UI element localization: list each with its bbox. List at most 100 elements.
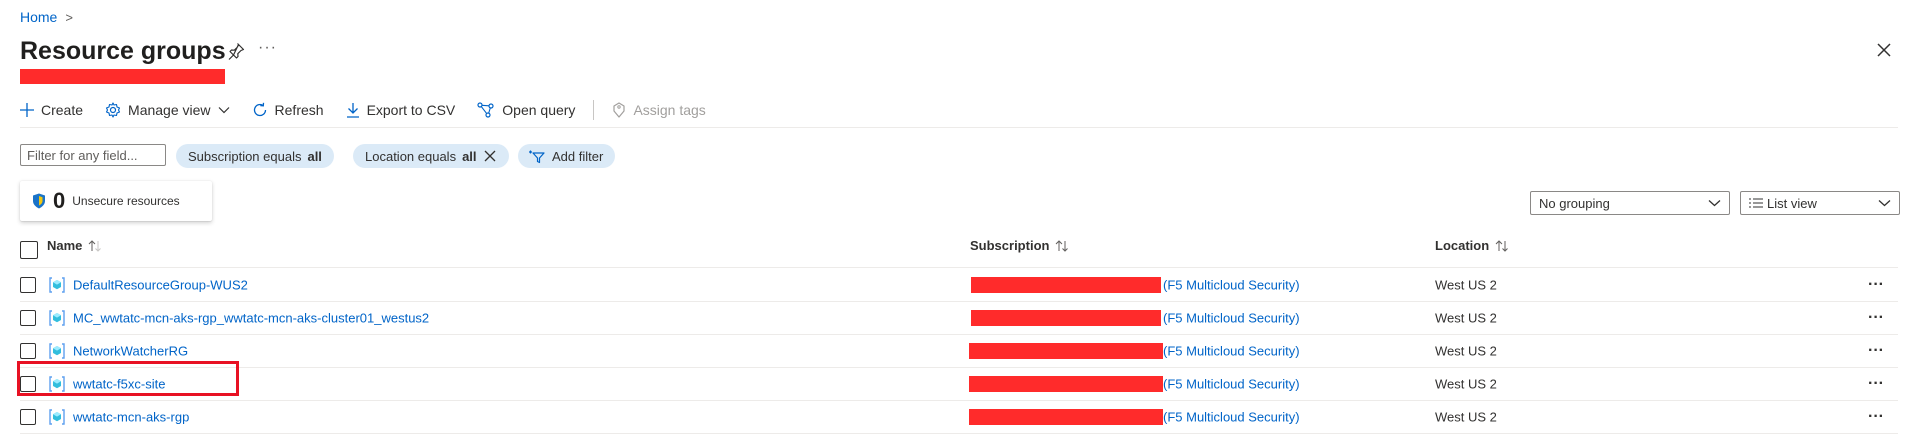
add-filter-button[interactable]: Add filter [518,144,616,168]
create-label: Create [41,102,84,118]
subscription-filter-pill[interactable]: Subscription equals all [176,144,334,168]
resource-group-link[interactable]: NetworkWatcherRG [73,344,188,359]
row-checkbox[interactable] [20,343,36,359]
location-filter-label: Location equals [365,148,457,164]
toolbar-divider [593,100,595,120]
column-location-label: Location [1435,238,1490,253]
redacted-subscription-id [969,343,1163,359]
manage-view-label: Manage view [128,102,211,118]
resource-group-link[interactable]: wwtatc-mcn-aks-rgp [73,410,189,425]
table-row[interactable]: MC_wwtatc-mcn-aks-rgp_wwtatc-mcn-aks-clu… [20,302,1898,334]
table-row[interactable]: NetworkWatcherRG (F5 Multicloud Security… [20,335,1898,367]
download-icon [346,103,359,118]
view-dropdown[interactable]: List view [1740,191,1900,215]
row-more-button[interactable]: ··· [1868,309,1884,327]
add-filter-label: Add filter [552,148,604,164]
row-more-button[interactable]: ··· [1868,375,1884,393]
resource-group-icon [49,277,65,293]
row-checkbox[interactable] [20,277,36,293]
table-row[interactable]: DefaultResourceGroup-WUS2 (F5 Multicloud… [20,269,1898,301]
chevron-down-icon [1878,200,1891,207]
sort-icon [1056,239,1069,252]
refresh-button[interactable]: Refresh [252,102,324,118]
location-cell: West US 2 [1435,376,1497,392]
resource-group-icon [49,310,65,326]
filter-add-icon [529,150,545,164]
sort-icon [89,239,102,252]
redacted-subtitle [20,69,225,84]
row-more-button[interactable]: ··· [1868,408,1884,426]
table-row[interactable]: wwtatc-mcn-aks-rgp (F5 Multicloud Securi… [20,401,1898,433]
location-filter-pill[interactable]: Location equals all [353,144,509,168]
assign-tags-label: Assign tags [633,102,706,118]
subscription-link[interactable]: (F5 Multicloud Security) [1163,278,1300,293]
location-filter-value: all [462,148,477,164]
shield-icon [33,193,45,209]
assign-tags-button[interactable]: Assign tags [612,102,706,118]
export-csv-label: Export to CSV [366,102,456,118]
redacted-subscription-id [969,409,1163,425]
resource-group-icon [49,343,65,359]
chevron-down-icon [1708,200,1721,207]
unsecure-resources-label: Unsecure resources [72,194,180,208]
redacted-subscription-id [971,277,1161,293]
manage-view-button[interactable]: Manage view [105,102,230,118]
page-title: Resource groups [20,37,226,65]
view-value: List view [1767,195,1817,211]
more-options-button[interactable]: ··· [258,39,277,57]
subscription-link[interactable]: (F5 Multicloud Security) [1163,410,1300,425]
select-all-checkbox[interactable] [20,241,38,259]
column-header-location[interactable]: Location [1435,238,1509,253]
subscription-link[interactable]: (F5 Multicloud Security) [1163,344,1300,359]
create-button[interactable]: Create [20,102,83,118]
unsecure-resources-card[interactable]: 0 Unsecure resources [20,181,212,221]
dismiss-icon[interactable] [483,149,497,163]
location-cell: West US 2 [1435,277,1497,293]
column-header-name[interactable]: Name [47,238,102,253]
pin-icon[interactable] [226,41,246,61]
column-header-subscription[interactable]: Subscription [970,238,1069,253]
location-cell: West US 2 [1435,409,1497,425]
chevron-down-icon [218,107,229,114]
tag-icon [613,102,626,118]
row-more-button[interactable]: ··· [1868,342,1884,360]
column-name-label: Name [47,238,83,253]
resource-group-link[interactable]: MC_wwtatc-mcn-aks-rgp_wwtatc-mcn-aks-clu… [73,311,429,326]
list-view-icon [1749,198,1763,208]
grouping-value: No grouping [1539,195,1610,211]
table-row[interactable]: wwtatc-f5xc-site (F5 Multicloud Security… [20,368,1898,400]
subscription-filter-value: all [307,148,322,164]
row-divider [20,433,1898,434]
gear-icon [105,102,121,118]
command-bar: Create Manage view Refresh Export to CSV… [20,98,728,122]
breadcrumb-separator: > [65,9,73,25]
refresh-label: Refresh [274,102,324,118]
row-checkbox[interactable] [20,409,36,425]
export-csv-button[interactable]: Export to CSV [346,102,456,118]
breadcrumb: Home > [20,9,73,25]
location-cell: West US 2 [1435,310,1497,326]
subscription-filter-label: Subscription equals [188,148,302,164]
resource-group-icon [49,409,65,425]
resource-group-link[interactable]: DefaultResourceGroup-WUS2 [73,278,248,293]
row-more-button[interactable]: ··· [1868,276,1884,294]
toolbar-divider-line [20,127,1898,128]
query-icon [477,102,494,118]
plus-icon [20,103,34,117]
filter-input[interactable] [20,144,166,166]
grouping-dropdown[interactable]: No grouping [1530,191,1730,215]
location-cell: West US 2 [1435,343,1497,359]
header-divider [20,267,1898,268]
subscription-link[interactable]: (F5 Multicloud Security) [1163,311,1300,326]
subscription-link[interactable]: (F5 Multicloud Security) [1163,377,1300,392]
refresh-icon [253,102,266,117]
row-checkbox[interactable] [20,310,36,326]
open-query-label: Open query [502,102,576,118]
open-query-button[interactable]: Open query [477,102,575,118]
highlight-annotation [17,361,239,396]
unsecure-resources-count: 0 [53,188,66,213]
sort-icon [1495,239,1509,252]
close-icon[interactable] [1872,38,1896,62]
column-subscription-label: Subscription [970,238,1050,253]
breadcrumb-home-link[interactable]: Home [20,9,57,25]
